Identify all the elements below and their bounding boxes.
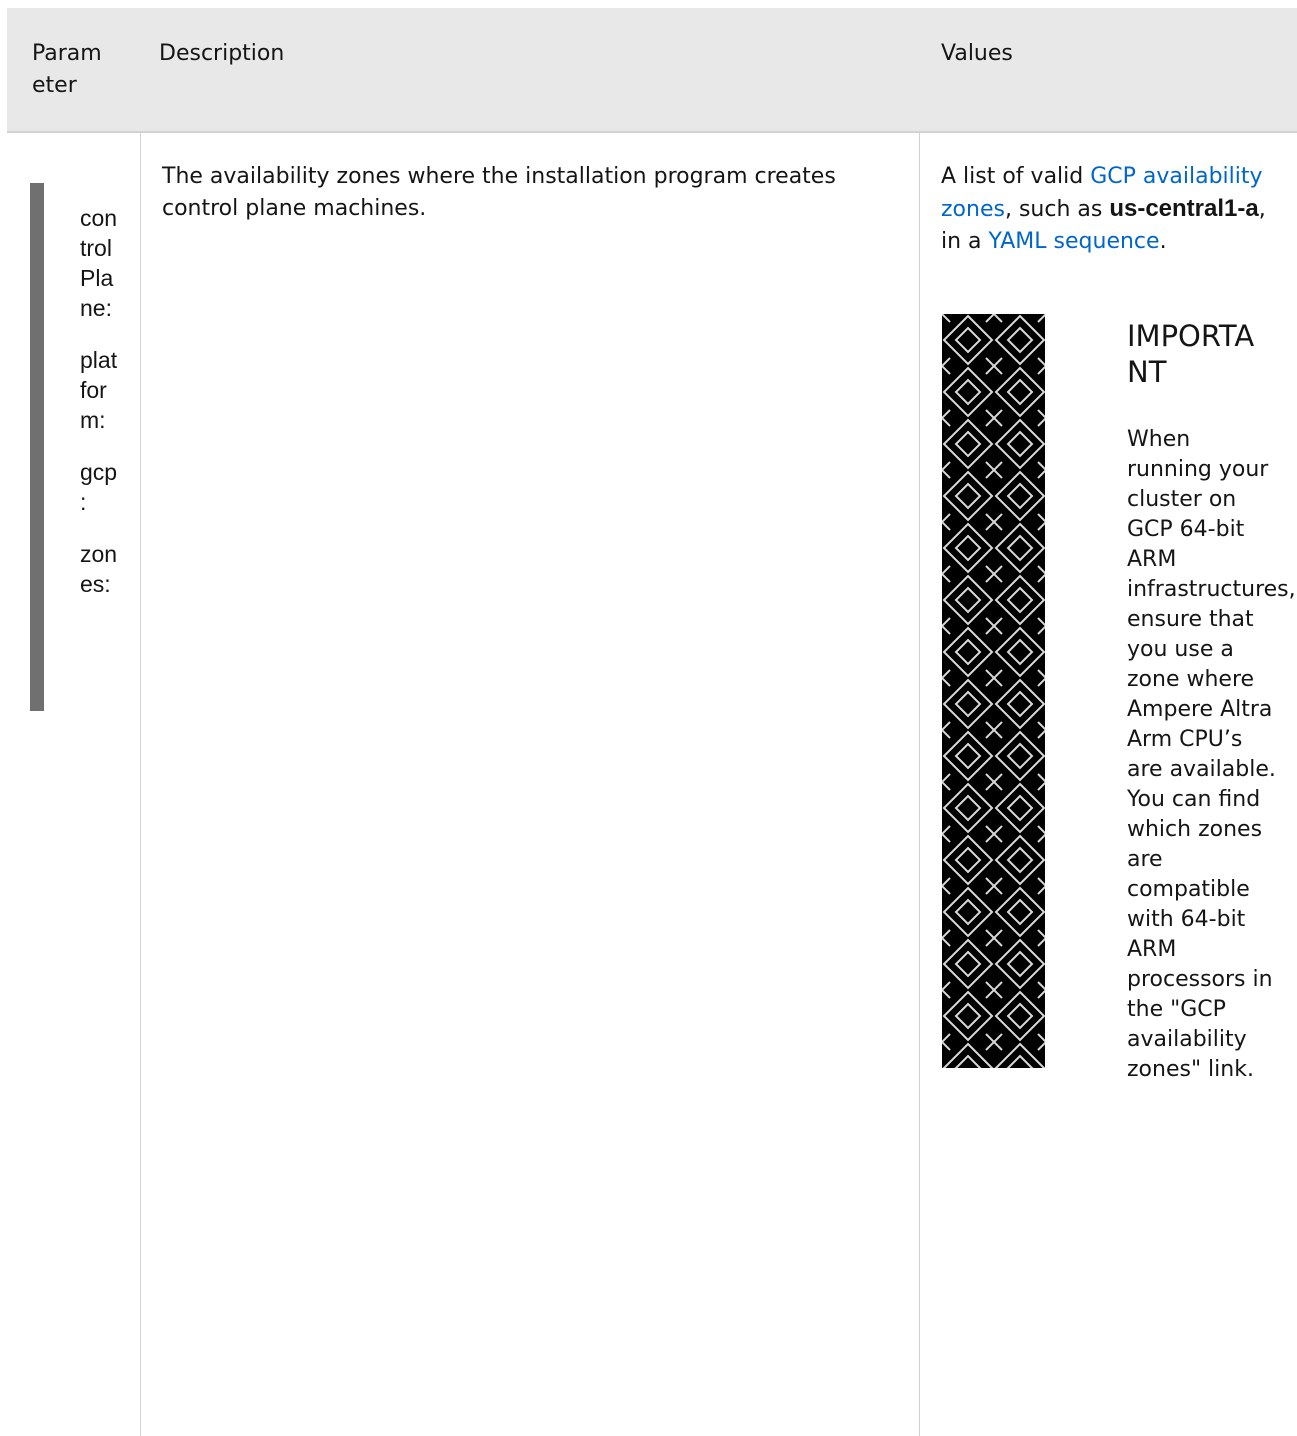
header-values: Values (941, 41, 1013, 66)
param-text: zon (80, 541, 118, 567)
top-strip (0, 0, 1297, 8)
param-text: : (80, 489, 87, 515)
param-segment-controlplane: con trol Pla ne: (80, 203, 135, 323)
param-text: plat (80, 347, 118, 373)
param-text: ne: (80, 295, 112, 321)
values-prefix: A list of valid (941, 164, 1091, 189)
column-divider-2 (919, 133, 920, 1436)
important-icon (942, 314, 1045, 1068)
admonition-title: IMPORTA NT (1127, 319, 1255, 389)
table-header-row: Param eter Description Values (7, 8, 1297, 133)
param-text: Pla (80, 265, 114, 291)
header-parameter: Param eter (32, 41, 102, 98)
param-text: m: (80, 407, 106, 433)
param-text: gcp (80, 459, 118, 485)
param-text: trol (80, 235, 112, 261)
values-text: A list of valid GCP availability zones, … (941, 161, 1286, 258)
example-zone: us-central1-a (1109, 195, 1259, 222)
values-suffix: . (1159, 229, 1167, 254)
param-text: con (80, 205, 118, 231)
parameter-code: con trol Pla ne: plat for m: gcp : zon e… (80, 203, 135, 621)
param-segment-zones: zon es: (80, 539, 135, 599)
param-segment-gcp: gcp : (80, 457, 135, 517)
values-middle: , such as (1004, 197, 1110, 222)
param-segment-platform: plat for m: (80, 345, 135, 435)
yaml-sequence-link[interactable]: YAML sequence (989, 229, 1160, 254)
code-block-bar (30, 183, 44, 711)
description-text: The availability zones where the install… (162, 164, 836, 221)
param-text: for (80, 377, 107, 403)
param-text: es: (80, 571, 111, 597)
column-divider-1 (140, 133, 141, 1436)
header-description: Description (159, 41, 285, 66)
admonition-body: When running your cluster on GCP 64-bit … (1127, 427, 1296, 1082)
